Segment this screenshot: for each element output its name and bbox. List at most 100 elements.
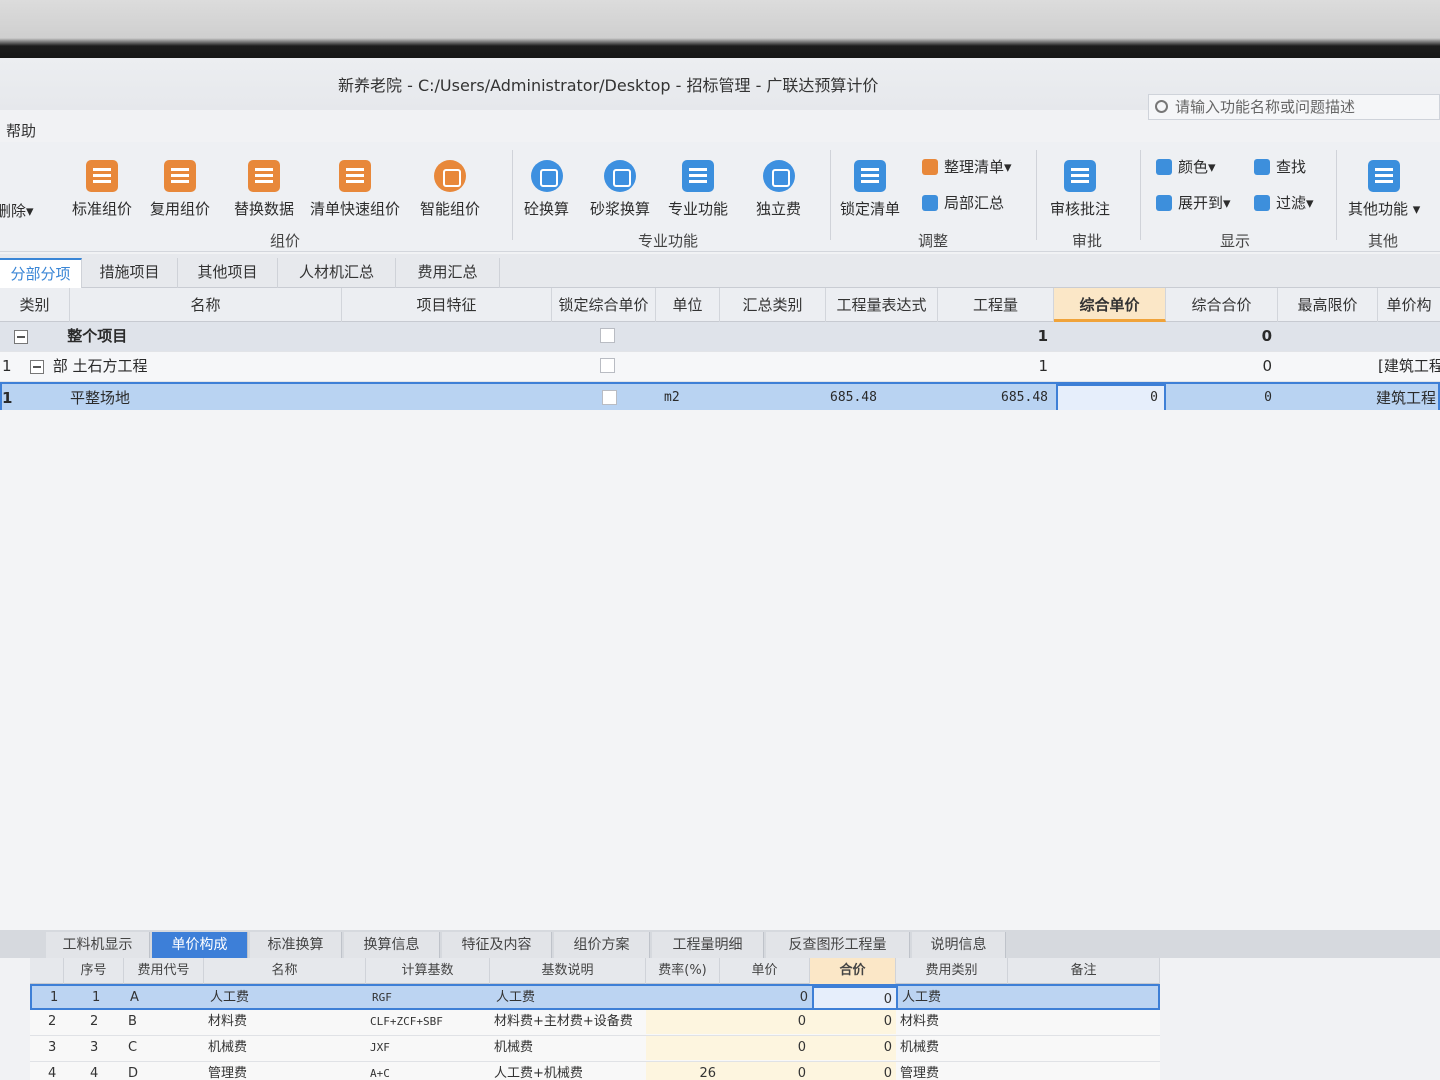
group-label-adjust: 调整 [918,232,949,250]
tab-convert-info[interactable]: 换算信息 [344,932,440,958]
col-unit-price[interactable]: 综合单价 [1054,288,1166,322]
lock-list-label: 锁定清单 [840,200,901,218]
lock-list-button[interactable]: 锁定清单 [840,160,900,219]
col-name[interactable]: 名称 [70,288,342,322]
lock-checkbox[interactable] [600,358,615,373]
table-row-selected[interactable]: 1 平整场地 m2 685.48 685.48 0 0 建筑工程 [0,382,1440,412]
row-total: 0 [1261,327,1272,345]
col-fee-code[interactable]: 费用代号 [124,958,204,984]
concrete-convert-label: 砼换算 [524,200,570,218]
col-rate[interactable]: 费率(%) [646,958,720,984]
tab-measures[interactable]: 措施项目 [82,258,178,288]
tab-fee-summary[interactable]: 费用汇总 [396,258,500,288]
standard-group-button[interactable]: 标准组价 [72,160,132,219]
col-fee-type[interactable]: 费用类别 [896,958,1008,984]
independent-fee-button[interactable]: 独立费 [756,160,801,219]
col-lock-price[interactable]: 锁定综合单价 [552,288,656,322]
tab-qty-detail[interactable]: 工程量明细 [652,932,764,958]
lock-checkbox[interactable] [600,328,615,343]
find-button[interactable]: 查找 [1254,156,1306,177]
tab-standard-convert[interactable]: 标准换算 [250,932,342,958]
module-tabs: 分部分项 措施项目 其他项目 人材机汇总 费用汇总 [0,254,1440,288]
ribbon-separator [1336,150,1337,240]
row-name-cell: 部 土石方工程 [30,352,340,380]
unit-price-cell[interactable]: 0 [1056,384,1166,412]
col-total-price[interactable]: 综合合价 [1166,288,1278,322]
price-seq: 4 [90,1066,99,1080]
filter-button[interactable]: 过滤 ▾ [1254,192,1314,213]
expand-to-button[interactable]: 展开到 ▾ [1156,192,1231,213]
col-price[interactable]: 单价 [720,958,810,984]
partial-summary-button[interactable]: 局部汇总 [922,192,1004,213]
price-type: 机械费 [900,1040,940,1055]
price-price: 0 [720,1010,810,1034]
other-functions-button[interactable]: 其他功能 ▾ [1348,160,1420,219]
col-base-desc[interactable]: 基数说明 [490,958,646,984]
row-price-comp: [建筑工程 [1378,357,1440,375]
col-sum[interactable]: 合价 [810,958,896,984]
mortar-convert-button[interactable]: 砂浆换算 [590,160,650,219]
price-row[interactable]: 2 2 B 材料费 CLF+ZCF+SBF 材料费+主材费+设备费 0 0 材料… [30,1010,1160,1036]
col-qty-expr[interactable]: 工程量表达式 [826,288,938,322]
tab-group-scheme[interactable]: 组价方案 [554,932,650,958]
smart-group-button[interactable]: 智能组价 [420,160,480,219]
lock-checkbox[interactable] [602,390,617,405]
col-qty[interactable]: 工程量 [938,288,1054,322]
col-unit[interactable]: 单位 [656,288,720,322]
price-price: 0 [799,990,808,1005]
price-name: 机械费 [208,1040,248,1055]
replace-data-button[interactable]: 替换数据 [234,160,294,219]
price-row[interactable]: 3 3 C 机械费 JXF 机械费 0 0 机械费 [30,1036,1160,1062]
delete-button[interactable]: 删除 ▾ [0,200,34,221]
search-icon [1155,100,1168,113]
table-row[interactable]: 1 部 土石方工程 1 0 [建筑工程 [0,352,1440,382]
tab-reverse-graphic-qty[interactable]: 反查图形工程量 [766,932,910,958]
col-seq[interactable]: 序号 [64,958,124,984]
collapse-icon[interactable] [30,359,44,374]
price-total: 0 [810,1062,896,1080]
row-name: 整个项目 [67,327,128,345]
price-total[interactable]: 0 [812,986,898,1010]
col-calc-base[interactable]: 计算基数 [366,958,490,984]
tab-material-display[interactable]: 工料机显示 [46,932,150,958]
price-row[interactable]: 1 1 A 人工费 RGF 人工费 0 0 人工费 [30,984,1160,1010]
col-max-price[interactable]: 最高限价 [1278,288,1378,322]
bill-of-quantities-grid: 类别 名称 项目特征 锁定综合单价 单位 汇总类别 工程量表达式 工程量 综合单… [0,288,1440,412]
special-function-icon [682,160,714,192]
col-fee-name[interactable]: 名称 [204,958,366,984]
table-row[interactable]: 整个项目 1 0 [0,322,1440,352]
collapse-icon[interactable] [14,329,28,344]
color-button[interactable]: 颜色 ▾ [1156,156,1216,177]
price-row[interactable]: 4 4 D 管理费 A+C 人工费+机械费 26 0 0 管理费 [30,1062,1160,1080]
window-title: 新养老院 - C:/Users/Administrator/Desktop - … [338,76,879,95]
color-icon [1156,158,1172,175]
col-feature[interactable]: 项目特征 [342,288,552,322]
price-row-num: 3 [48,1040,57,1055]
col-category[interactable]: 类别 [0,288,70,322]
tab-feature-content[interactable]: 特征及内容 [442,932,552,958]
row-qty: 1 [1037,327,1048,345]
price-type: 管理费 [900,1066,940,1080]
function-search-input[interactable]: 请输入功能名称或问题描述 [1148,94,1440,120]
tab-sub-items[interactable]: 分部分项 [0,258,82,288]
other-functions-label: 其他功能 [1348,200,1409,218]
row-name-cell: 整个项目 [14,322,344,350]
tab-other-items[interactable]: 其他项目 [178,258,278,288]
ribbon-separator [1036,150,1037,240]
special-function-button[interactable]: 专业功能 [668,160,728,219]
reuse-group-button[interactable]: 复用组价 [150,160,210,219]
row-qty-expr[interactable]: 685.48 [830,384,940,412]
tab-labor-material-summary[interactable]: 人材机汇总 [278,258,396,288]
quick-list-group-button[interactable]: 清单快速组价 [310,160,400,219]
review-annotation-button[interactable]: 审核批注 [1050,160,1110,219]
col-remark[interactable]: 备注 [1008,958,1160,984]
col-summary-type[interactable]: 汇总类别 [720,288,826,322]
col-price-comp[interactable]: 单价构 [1378,288,1440,322]
grid-header: 类别 名称 项目特征 锁定综合单价 单位 汇总类别 工程量表达式 工程量 综合单… [0,288,1440,322]
tab-description[interactable]: 说明信息 [912,932,1006,958]
tab-price-composition[interactable]: 单价构成 [152,932,248,958]
menu-help[interactable]: 帮助 [6,120,36,141]
concrete-convert-button[interactable]: 砼换算 [524,160,569,219]
color-label: 颜色 [1178,158,1209,176]
organize-list-button[interactable]: 整理清单 ▾ [922,156,1012,177]
